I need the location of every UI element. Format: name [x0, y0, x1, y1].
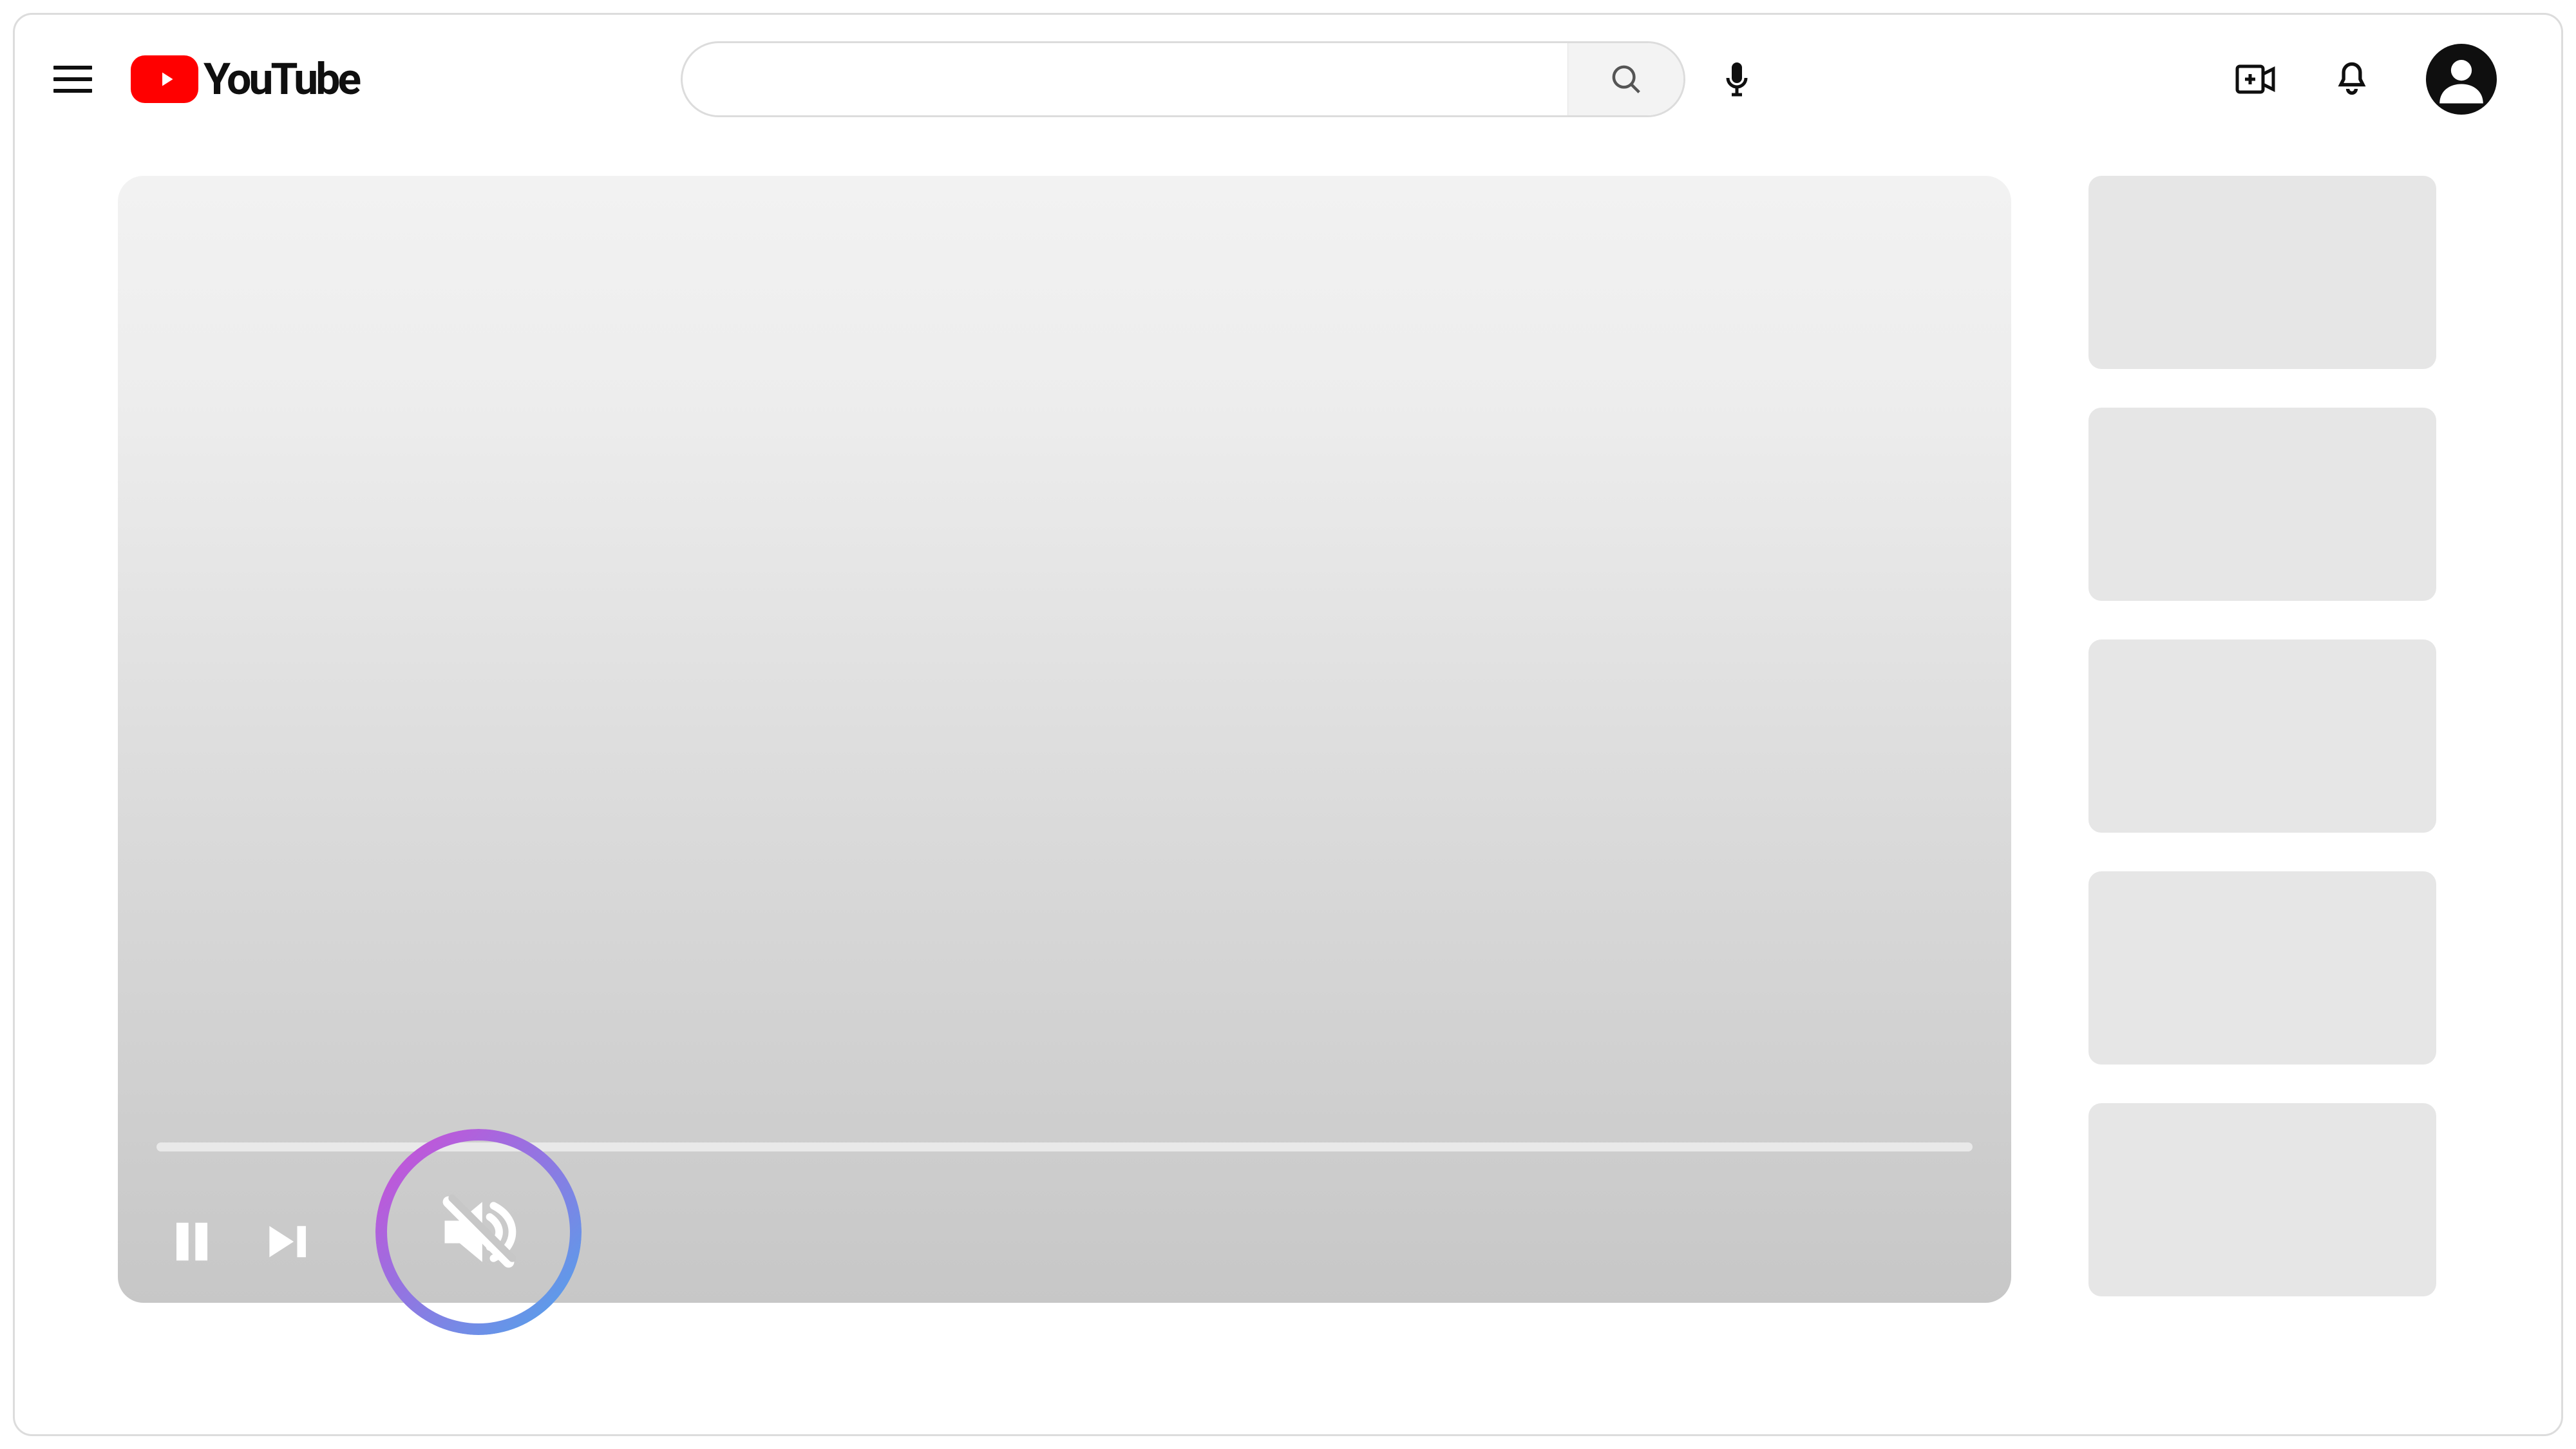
video-player[interactable]	[118, 176, 2011, 1303]
recommendation-thumbnail[interactable]	[2088, 639, 2436, 833]
recommendations-sidebar	[2088, 176, 2436, 1396]
search	[681, 41, 1763, 117]
pause-button[interactable]	[169, 1219, 214, 1264]
volume-muted-icon	[433, 1187, 524, 1277]
content	[15, 144, 2561, 1434]
recommendation-thumbnail[interactable]	[2088, 408, 2436, 601]
recommendation-thumbnail[interactable]	[2088, 1103, 2436, 1296]
mute-button[interactable]	[375, 1129, 582, 1335]
player-controls	[169, 1219, 311, 1264]
header-actions	[2233, 44, 2523, 115]
search-button[interactable]	[1567, 43, 1683, 115]
create-video-icon	[2235, 64, 2276, 95]
search-form	[681, 41, 1685, 117]
bell-icon	[2334, 60, 2369, 99]
recommendation-thumbnail[interactable]	[2088, 176, 2436, 369]
next-button[interactable]	[266, 1219, 311, 1264]
logo[interactable]: YouTube	[131, 53, 359, 105]
account-avatar[interactable]	[2426, 44, 2497, 115]
microphone-icon	[1721, 60, 1752, 99]
voice-search-button[interactable]	[1711, 53, 1763, 105]
search-input[interactable]	[683, 65, 1567, 94]
logo-icon	[131, 55, 198, 103]
avatar-icon	[2432, 50, 2490, 108]
menu-button[interactable]	[53, 60, 92, 99]
pause-icon	[171, 1219, 213, 1264]
logo-text: YouTube	[204, 53, 359, 105]
header: YouTube	[15, 15, 2561, 144]
next-icon	[266, 1222, 311, 1261]
recommendation-thumbnail[interactable]	[2088, 871, 2436, 1065]
create-button[interactable]	[2233, 57, 2278, 102]
search-icon	[1609, 62, 1643, 97]
notifications-button[interactable]	[2329, 57, 2374, 102]
app-window: YouTube	[13, 13, 2563, 1436]
